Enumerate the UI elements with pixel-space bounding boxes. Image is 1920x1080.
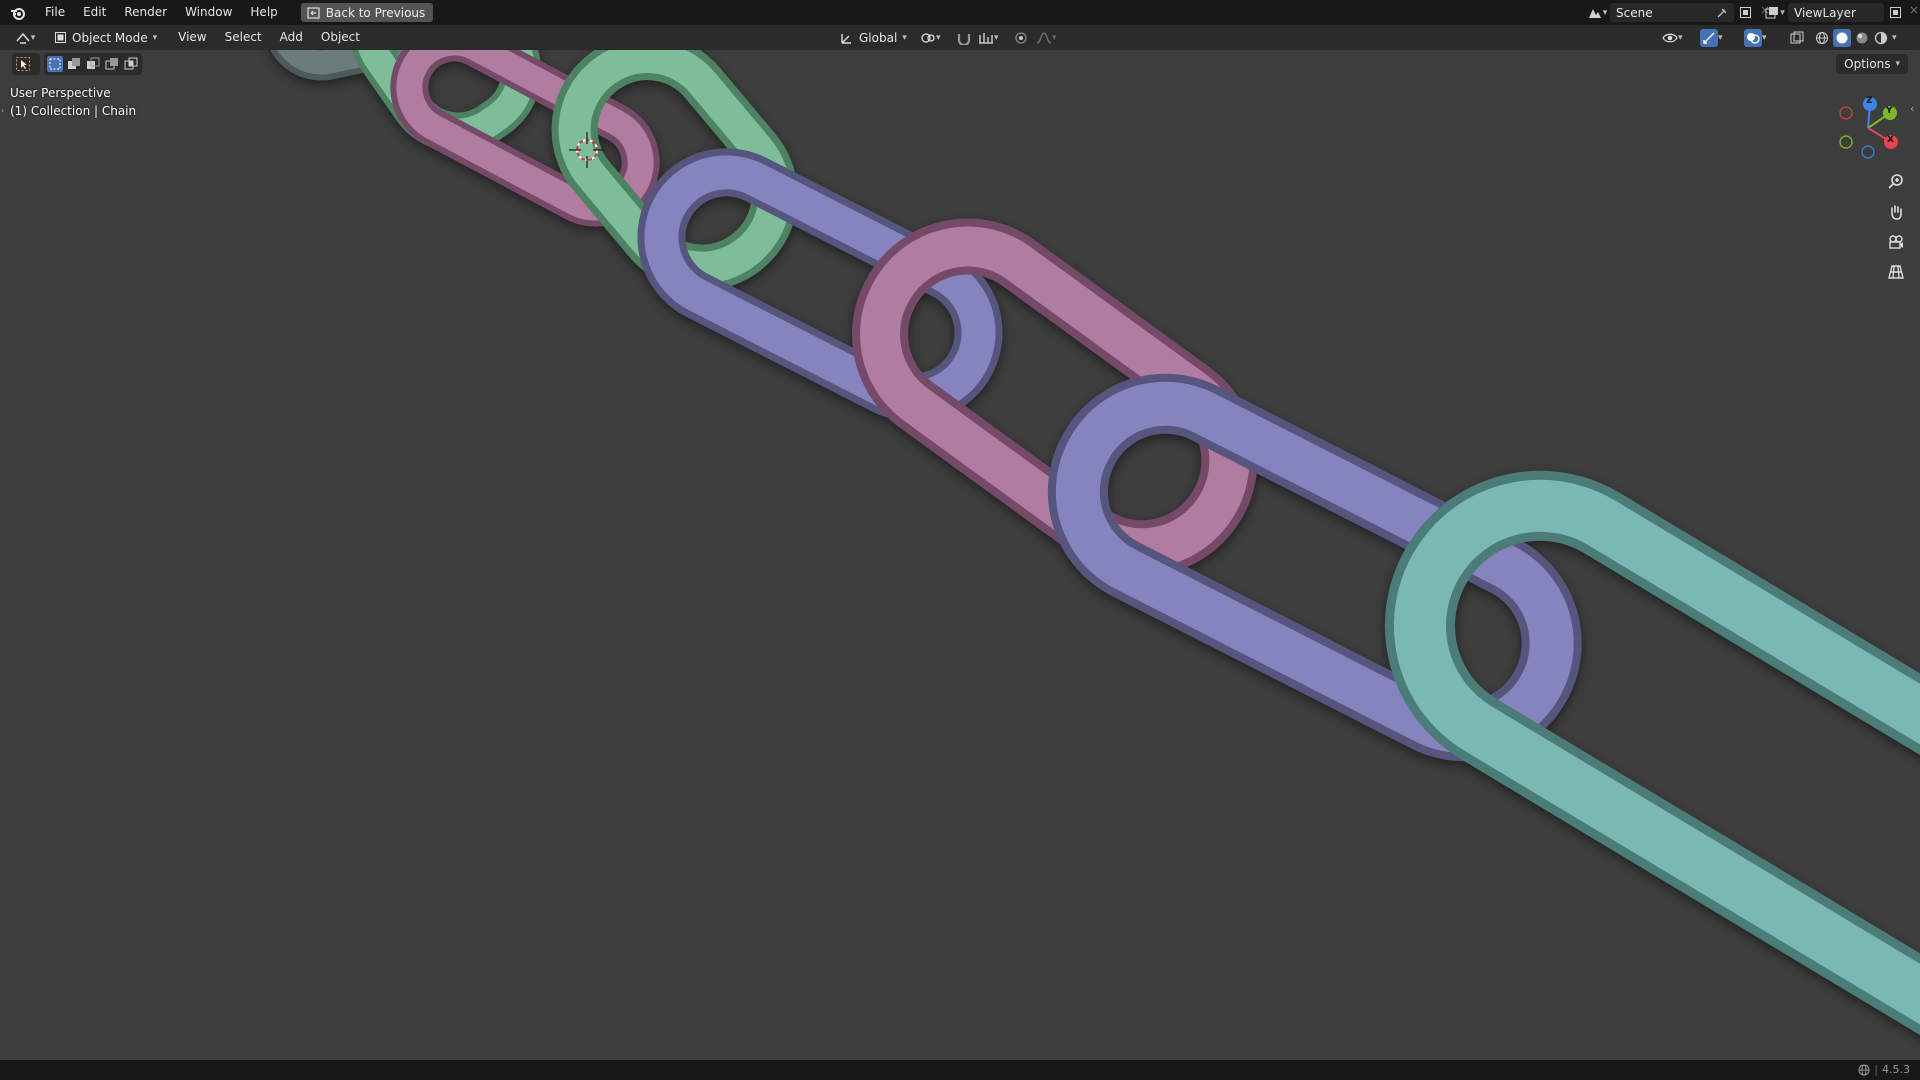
object-mode-label: Object Mode — [72, 30, 148, 45]
select-invert-icon[interactable] — [104, 56, 120, 72]
view-layer-selector: ▾ ViewLayer × — [1762, 2, 1920, 23]
camera-view-icon[interactable] — [1884, 230, 1908, 254]
material-shading-icon[interactable] — [1854, 30, 1870, 46]
gizmo-toggle-icon[interactable]: ▾ — [1700, 28, 1732, 47]
navigation-gizmo[interactable]: Z Y X — [1830, 90, 1902, 162]
select-box-icon[interactable] — [47, 56, 63, 72]
xray-toggle-icon[interactable] — [1790, 28, 1808, 47]
snap-target-icon[interactable]: ▾ — [978, 28, 1006, 47]
chain-link-purple-1 — [637, 148, 1003, 422]
view-layer-name: ViewLayer — [1794, 5, 1856, 20]
back-button-label: Back to Previous — [325, 5, 426, 20]
shading-modes: ▾ — [1814, 28, 1897, 47]
chain-scene — [263, 50, 1920, 1060]
version-label: 4.5.3 — [1882, 1063, 1910, 1076]
scene-type-icon[interactable]: ▾ — [1584, 3, 1610, 22]
select-subtract-icon[interactable] — [85, 56, 101, 72]
view-layer-field[interactable]: ViewLayer — [1788, 3, 1884, 22]
visibility-icon[interactable]: ▾ — [1662, 28, 1692, 47]
new-view-layer-icon[interactable] — [1884, 3, 1906, 22]
select-cursor-icon — [16, 57, 30, 71]
select-intersect-icon[interactable] — [123, 56, 139, 72]
active-tool-box[interactable] — [12, 53, 40, 75]
menu-object[interactable]: Object — [312, 25, 369, 50]
selection-mode-group — [44, 53, 142, 75]
shading-options-icon[interactable]: ▾ — [1892, 33, 1897, 43]
proportional-falloff-icon[interactable]: ▾ — [1036, 28, 1064, 47]
grid-view-icon[interactable] — [1884, 260, 1908, 284]
pin-icon[interactable] — [1716, 7, 1728, 19]
object-mode-dropdown[interactable]: Object Mode ▾ — [48, 28, 164, 47]
status-bar: | 4.5.3 — [0, 1060, 1920, 1080]
viewport-header: ▾ Object Mode ▾ View Select Add Object G… — [0, 25, 1920, 50]
transform-orientation-dropdown[interactable]: Global ▾ — [834, 28, 913, 47]
orientation-label: Global — [859, 30, 898, 45]
select-extend-icon[interactable] — [66, 56, 82, 72]
back-icon — [307, 6, 320, 19]
editor-type-icon[interactable]: ▾ — [6, 28, 44, 47]
view-layer-type-icon[interactable]: ▾ — [1762, 3, 1788, 22]
back-to-previous-button[interactable]: Back to Previous — [300, 3, 434, 22]
new-scene-icon[interactable] — [1734, 3, 1756, 22]
menu-add[interactable]: Add — [271, 25, 312, 50]
gizmo-x-label: X — [1887, 135, 1894, 145]
menu-view[interactable]: View — [169, 25, 215, 50]
overlays-toggle-icon[interactable]: ▾ — [1744, 28, 1776, 47]
menu-edit[interactable]: Edit — [74, 0, 115, 25]
rendered-shading-icon[interactable] — [1873, 30, 1889, 46]
snap-icon[interactable] — [956, 28, 976, 47]
viewport-perspective-label: User Perspective — [10, 86, 111, 100]
viewport-collection-label: (1) Collection | Chain — [10, 104, 137, 118]
orientation-icon — [841, 33, 851, 44]
menu-window[interactable]: Window — [176, 0, 241, 25]
scene-name: Scene — [1616, 5, 1653, 20]
remove-view-layer-icon[interactable]: × — [1906, 3, 1920, 22]
top-bar: File Edit Render Window Help Back to Pre… — [0, 0, 1920, 25]
sidebar-toggle-icon[interactable]: ‹ — [1910, 102, 1914, 115]
transform-pivot-icon[interactable]: ▾ — [920, 28, 950, 47]
menu-render[interactable]: Render — [115, 0, 176, 25]
object-mode-icon — [55, 32, 66, 43]
scene-name-field[interactable]: Scene — [1610, 3, 1734, 22]
scene-selector: ▾ Scene × — [1584, 2, 1774, 23]
menu-help[interactable]: Help — [241, 0, 286, 25]
menu-file[interactable]: File — [36, 0, 74, 25]
options-label: Options — [1844, 57, 1891, 71]
collapse-arrow-icon[interactable]: › — [1, 106, 4, 115]
wireframe-shading-icon[interactable] — [1814, 30, 1830, 46]
gizmo-z-label: Z — [1866, 96, 1873, 106]
options-dropdown[interactable]: Options ▾ — [1836, 54, 1908, 74]
version-info: | 4.5.3 — [1858, 1063, 1910, 1076]
hand-pan-icon[interactable] — [1884, 200, 1908, 224]
3d-viewport[interactable]: User Perspective (1) Collection | Chain … — [0, 50, 1920, 1060]
blender-logo-icon[interactable] — [0, 0, 36, 25]
proportional-edit-icon[interactable] — [1014, 28, 1034, 47]
globe-icon — [1858, 1064, 1870, 1075]
zoom-icon[interactable] — [1884, 170, 1908, 194]
gizmo-y-label: Y — [1886, 106, 1893, 116]
solid-shading-icon[interactable] — [1833, 28, 1851, 47]
menu-select[interactable]: Select — [216, 25, 271, 50]
